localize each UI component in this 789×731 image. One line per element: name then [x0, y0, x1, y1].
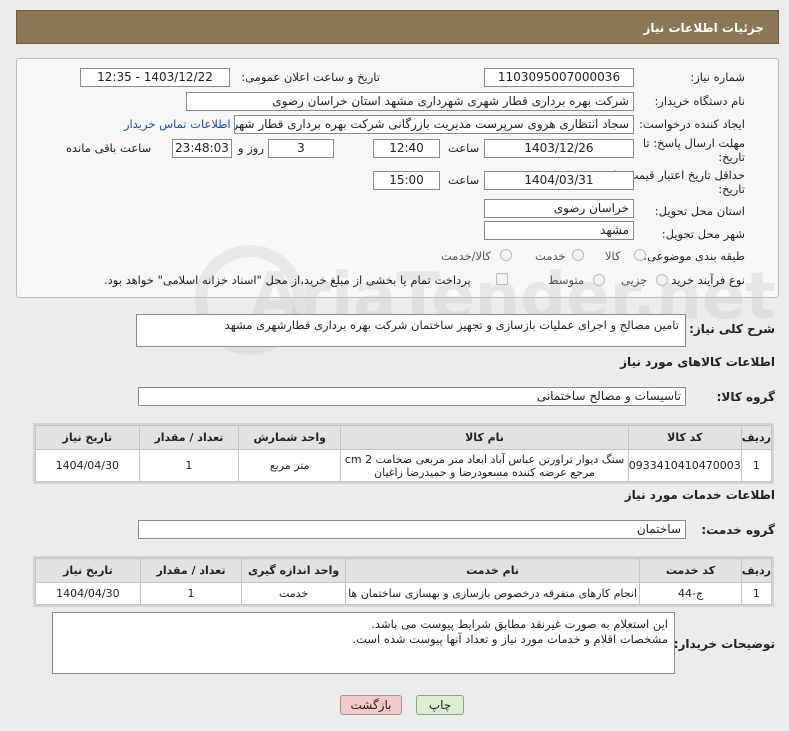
- goods-group-field: تاسیسات و مصالح ساختمانی: [138, 387, 686, 406]
- days-label: روز و: [238, 141, 264, 155]
- row-code: ج-44: [639, 582, 742, 605]
- treasury-payment-checkbox[interactable]: [496, 273, 508, 285]
- need-number-field: 1103095007000036: [484, 68, 634, 87]
- row-unit: متر مربع: [238, 449, 342, 482]
- category-option-goods: کالا: [605, 249, 621, 263]
- process-radio-minor[interactable]: [656, 274, 668, 286]
- table-row: 1 0933410410470003 سنگ دیوار تراورتن عبا…: [35, 449, 773, 482]
- process-option-medium: متوسط: [548, 273, 585, 287]
- validity-time-field: 15:00: [373, 171, 440, 190]
- row-index: 1: [740, 582, 773, 605]
- category-option-service: خدمت: [535, 249, 566, 263]
- creator-label: ایجاد کننده درخواست:: [639, 117, 745, 131]
- row-name: سنگ دیوار تراورتن عباس آباد ابعاد متر مر…: [340, 449, 629, 482]
- process-radio-medium[interactable]: [593, 274, 605, 286]
- creator-field: سجاد انتظاری هروی سرپرست مدیریت بازرگانی…: [234, 115, 634, 134]
- col-unit: واحد اندازه گیری: [241, 558, 346, 583]
- row-qty: 1: [138, 449, 240, 482]
- treasury-payment-note: پرداخت تمام یا بخشی از مبلغ خرید،از محل …: [104, 273, 471, 287]
- row-qty: 1: [139, 582, 243, 605]
- buyer-notes-label: توضیحات خریدار:: [673, 637, 775, 651]
- validity-date-field: 1404/03/31: [484, 171, 634, 190]
- deadline-time-field: 12:40: [373, 139, 440, 158]
- remaining-label: ساعت باقی مانده: [66, 141, 152, 155]
- col-qty: تعداد / مقدار: [139, 558, 243, 583]
- process-option-minor: جزیی: [621, 273, 648, 287]
- col-unit: واحد شمارش: [238, 425, 342, 450]
- deadline-label-date: تاریخ:: [718, 150, 745, 164]
- col-name: نام خدمت: [344, 558, 641, 583]
- announce-datetime-field: 1403/12/22 - 12:35: [80, 68, 230, 87]
- back-button[interactable]: بازگشت: [340, 695, 402, 715]
- validity-time-label: ساعت: [448, 173, 480, 187]
- buyer-notes-line2: مشخصات اقلام و خدمات مورد نیاز و تعداد آ…: [352, 632, 668, 646]
- goods-group-label: گروه کالا:: [716, 390, 775, 404]
- row-date: 1404/04/30: [35, 582, 141, 605]
- goods-table-header: ردیف کد کالا نام کالا واحد شمارش تعداد /…: [35, 425, 773, 450]
- process-label: نوع فرآیند خرید :: [663, 273, 745, 287]
- category-radio-goods-service[interactable]: [500, 249, 512, 261]
- page-header: جزئیات اطلاعات نیاز: [16, 10, 779, 44]
- services-table: ردیف کد خدمت نام خدمت واحد اندازه گیری ت…: [33, 556, 774, 607]
- goods-section-title: اطلاعات کالاهای مورد نیاز: [620, 355, 775, 369]
- col-code: کد کالا: [627, 425, 742, 450]
- services-table-header: ردیف کد خدمت نام خدمت واحد اندازه گیری ت…: [35, 558, 773, 583]
- days-remaining-field: 3: [268, 139, 334, 158]
- category-label: طبقه بندی موضوعی:: [643, 249, 745, 263]
- city-field: مشهد: [484, 221, 634, 240]
- province-field: خراسان رضوی: [484, 199, 634, 218]
- print-button[interactable]: چاپ: [416, 695, 464, 715]
- buyer-notes-line1: این استعلام به صورت غیرنقد مطابق شرایط پ…: [371, 617, 668, 631]
- page-title: جزئیات اطلاعات نیاز: [643, 21, 764, 35]
- row-name-line2: مرجع عرضه کننده مسعودرضا و حمیدرضا زاغیا…: [374, 465, 595, 479]
- row-unit: خدمت: [241, 582, 346, 605]
- remaining-time-field: 23:48:03: [172, 139, 232, 158]
- category-option-goods-service: کالا/خدمت: [441, 249, 492, 263]
- category-radio-goods[interactable]: [634, 249, 646, 261]
- description-field: تامین مصالح و اجرای عملیات بازسازی و تجه…: [136, 314, 686, 347]
- row-date: 1404/04/30: [35, 449, 140, 482]
- description-label: شرح کلی نیاز:: [689, 322, 775, 336]
- buyer-field: شرکت بهره برداری قطار شهری شهرداری مشهد …: [186, 92, 634, 111]
- row-code: 0933410410470003: [627, 449, 742, 482]
- buyer-contact-link[interactable]: اطلاعات تماس خریدار: [124, 117, 231, 131]
- buyer-label: نام دستگاه خریدار:: [654, 94, 745, 108]
- validity-label-date: تاریخ:: [718, 182, 745, 196]
- province-label: استان محل تحویل:: [654, 204, 745, 218]
- goods-table: ردیف کد کالا نام کالا واحد شمارش تعداد /…: [33, 423, 774, 484]
- buyer-notes-field: این استعلام به صورت غیرنقد مطابق شرایط پ…: [52, 612, 675, 674]
- announce-label: تاریخ و ساعت اعلان عمومی:: [241, 70, 380, 84]
- row-name: انجام کارهای متفرقه درخصوص بازسازی و بهس…: [344, 582, 641, 605]
- row-name-line1: سنگ دیوار تراورتن عباس آباد ابعاد متر مر…: [344, 452, 625, 466]
- col-index: ردیف: [740, 558, 773, 583]
- col-date: تاریخ نیاز: [35, 558, 141, 583]
- table-row: 1 ج-44 انجام کارهای متفرقه درخصوص بازساز…: [35, 582, 773, 605]
- need-number-label: شماره نیاز:: [690, 70, 745, 84]
- deadline-date-field: 1403/12/26: [484, 139, 634, 158]
- col-code: کد خدمت: [639, 558, 742, 583]
- col-date: تاریخ نیاز: [35, 425, 140, 450]
- services-group-label: گروه خدمت:: [701, 523, 775, 537]
- row-index: 1: [740, 449, 773, 482]
- col-qty: تعداد / مقدار: [138, 425, 240, 450]
- description-text: تامین مصالح و اجرای عملیات بازسازی و تجه…: [224, 318, 679, 332]
- col-name: نام کالا: [340, 425, 629, 450]
- city-label: شهر محل تحویل:: [661, 227, 745, 241]
- deadline-time-label: ساعت: [448, 141, 480, 155]
- services-section-title: اطلاعات خدمات مورد نیاز: [624, 488, 775, 502]
- col-index: ردیف: [740, 425, 773, 450]
- deadline-label: مهلت ارسال پاسخ: تا: [642, 136, 745, 150]
- category-radio-service[interactable]: [572, 249, 584, 261]
- services-group-field: ساختمان: [138, 520, 686, 539]
